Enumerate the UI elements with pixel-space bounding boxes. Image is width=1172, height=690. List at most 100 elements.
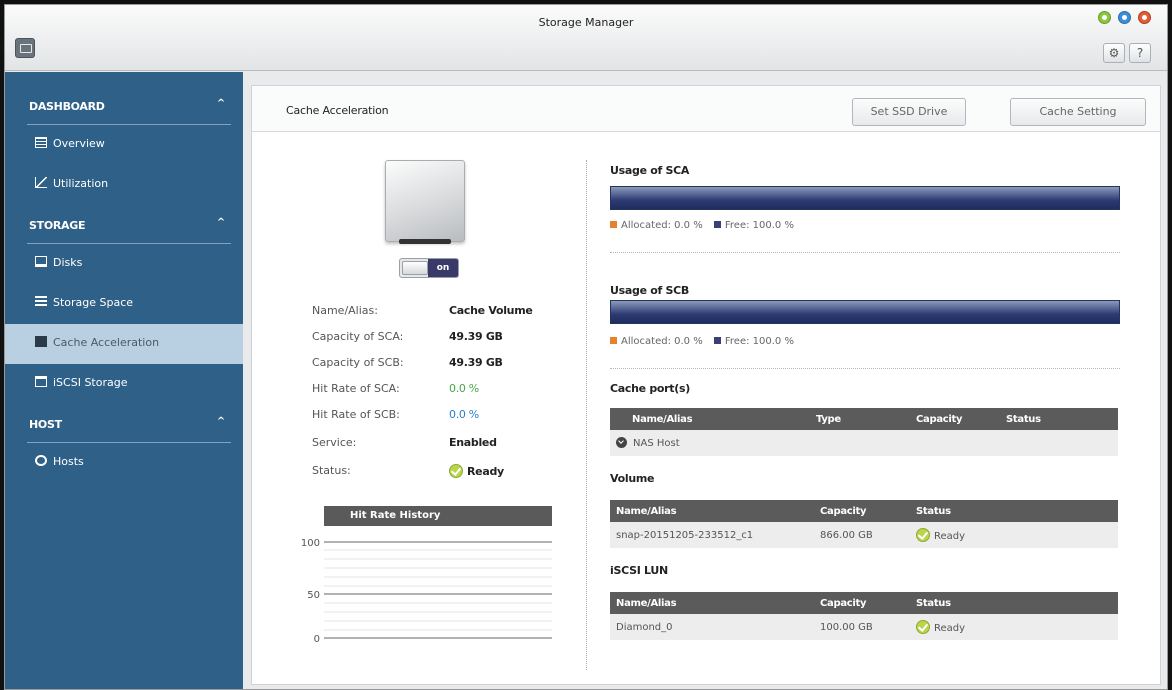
free-swatch (713, 221, 721, 228)
close-button[interactable] (1138, 11, 1151, 24)
chevron-up-icon: ^ (216, 217, 225, 228)
sidebar-item-storage-space[interactable]: Storage Space (5, 284, 243, 324)
column-header[interactable]: Name/Alias (610, 500, 814, 522)
page-title: Cache Acceleration (286, 104, 389, 117)
iscsi-lun-table: Name/Alias Capacity Status Diamond_0 100… (610, 592, 1118, 640)
table-row[interactable]: Diamond_0 100.00 GB Ready (610, 614, 1118, 640)
table-header-row: Name/Alias Capacity Status (610, 500, 1118, 522)
volume-name-cell: snap-20151205-233512_c1 (610, 522, 814, 548)
settings-button[interactable]: ⚙ (1103, 43, 1125, 63)
hit-rate-chart: 100 50 0 (301, 538, 552, 645)
sidebar-section-host[interactable]: HOST ^ (5, 404, 243, 442)
ssd-drive-image (385, 160, 465, 250)
sidebar-item-label: Storage Space (53, 296, 134, 309)
info-label: Status: (312, 464, 351, 477)
column-divider (586, 160, 587, 670)
cache-toggle-switch[interactable]: on (399, 258, 459, 278)
hit-rate-chart-title: Hit Rate History (324, 506, 552, 526)
minimize-button[interactable] (1098, 11, 1111, 24)
info-label: Hit Rate of SCA: (312, 382, 400, 395)
ready-check-icon (916, 528, 930, 542)
column-header[interactable]: Status (1000, 408, 1118, 430)
maximize-button[interactable] (1118, 11, 1131, 24)
window-title: Storage Manager (538, 16, 634, 29)
sidebar-item-label: iSCSI Storage (53, 376, 128, 389)
info-row-service: Service: Enabled (312, 436, 572, 458)
column-header[interactable]: Type (810, 408, 910, 430)
column-header[interactable]: Capacity (814, 592, 910, 614)
usage-scb-heading: Usage of SCB (610, 284, 690, 297)
help-icon: ? (1136, 46, 1144, 60)
help-button[interactable]: ? (1129, 43, 1151, 63)
allocated-swatch (610, 221, 617, 228)
sidebar-section-storage[interactable]: STORAGE ^ (5, 205, 243, 243)
info-value: Ready (449, 464, 504, 478)
chevron-up-icon: ^ (216, 98, 225, 109)
allocated-swatch (610, 337, 617, 344)
sidebar-item-hosts[interactable]: Hosts (5, 443, 243, 483)
gear-icon (35, 455, 47, 466)
section-separator (610, 368, 1120, 369)
set-ssd-drive-button[interactable]: Set SSD Drive (852, 98, 966, 126)
volume-status-cell: Ready (910, 522, 1118, 548)
chevron-up-icon: ^ (216, 416, 225, 427)
sidebar-section-dashboard[interactable]: DASHBOARD ^ (5, 86, 243, 124)
lun-capacity-cell: 100.00 GB (814, 614, 910, 640)
sidebar-item-label: Utilization (53, 177, 109, 190)
column-header[interactable]: Name/Alias (610, 592, 814, 614)
info-label: Service: (312, 436, 357, 449)
sidebar-item-cache-acceleration[interactable]: Cache Acceleration (5, 324, 243, 364)
usage-scb-bar (610, 300, 1120, 324)
sidebar-section-label: HOST (29, 418, 62, 431)
table-row[interactable]: NAS Host (610, 430, 1118, 456)
column-header[interactable]: Name/Alias (610, 408, 810, 430)
info-value: Cache Volume (449, 304, 533, 317)
cache-ports-table: Name/Alias Type Capacity Status NAS Host (610, 408, 1118, 456)
column-header[interactable]: Status (910, 592, 1118, 614)
column-header[interactable]: Status (910, 500, 1118, 522)
usage-sca-bar (610, 186, 1120, 210)
sidebar: DASHBOARD ^ Overview Utilization STORAGE… (5, 72, 243, 689)
status-text: Ready (934, 623, 966, 634)
app-menu-icon[interactable] (15, 38, 35, 58)
y-tick-label: 0 (314, 634, 320, 645)
info-value: 49.39 GB (449, 356, 503, 369)
cache-port-host-cell[interactable]: NAS Host (610, 430, 1118, 456)
info-value: 0.0 % (449, 382, 479, 395)
sidebar-item-utilization[interactable]: Utilization (5, 165, 243, 205)
expand-icon[interactable] (616, 437, 627, 448)
free-swatch (713, 337, 721, 344)
sidebar-item-label: Hosts (53, 455, 84, 468)
sidebar-item-iscsi-storage[interactable]: iSCSI Storage (5, 364, 243, 404)
y-tick-label: 50 (307, 590, 320, 601)
usage-sca-legend: Allocated: 0.0 % Free: 100.0 % (610, 220, 794, 231)
info-row-name: Name/Alias: Cache Volume (312, 304, 572, 326)
column-header[interactable]: Capacity (814, 500, 910, 522)
column-header[interactable]: Capacity (910, 408, 1000, 430)
sidebar-item-label: Cache Acceleration (53, 336, 160, 349)
iscsi-lun-heading: iSCSI LUN (610, 564, 668, 577)
sidebar-item-overview[interactable]: Overview (5, 125, 243, 165)
iscsi-icon (35, 376, 47, 387)
ssd-connector (399, 239, 451, 244)
free-label: Free: 100.0 % (724, 336, 794, 347)
volume-capacity-cell: 866.00 GB (814, 522, 910, 548)
cache-ports-heading: Cache port(s) (610, 382, 690, 395)
volume-table: Name/Alias Capacity Status snap-20151205… (610, 500, 1118, 548)
info-row-hit-rate-scb: Hit Rate of SCB: 0.0 % (312, 408, 572, 430)
sidebar-item-disks[interactable]: Disks (5, 244, 243, 284)
panel-header: Cache Acceleration Set SSD Drive Cache S… (252, 86, 1160, 132)
usage-scb-legend: Allocated: 0.0 % Free: 100.0 % (610, 336, 794, 347)
info-label: Name/Alias: (312, 304, 378, 317)
document-icon (35, 137, 47, 148)
usage-sca-heading: Usage of SCA (610, 164, 690, 177)
sidebar-item-label: Overview (53, 137, 105, 150)
cache-setting-button[interactable]: Cache Setting (1010, 98, 1146, 126)
info-label: Hit Rate of SCB: (312, 408, 400, 421)
storage-manager-window: Storage Manager ⚙ ? DASHBOARD ^ Overview… (4, 4, 1168, 690)
info-label: Capacity of SCA: (312, 330, 404, 343)
toggle-on-label: on (428, 259, 458, 277)
table-row[interactable]: snap-20151205-233512_c1 866.00 GB Ready (610, 522, 1118, 548)
volume-heading: Volume (610, 472, 655, 485)
main-panel: Cache Acceleration Set SSD Drive Cache S… (251, 85, 1161, 685)
